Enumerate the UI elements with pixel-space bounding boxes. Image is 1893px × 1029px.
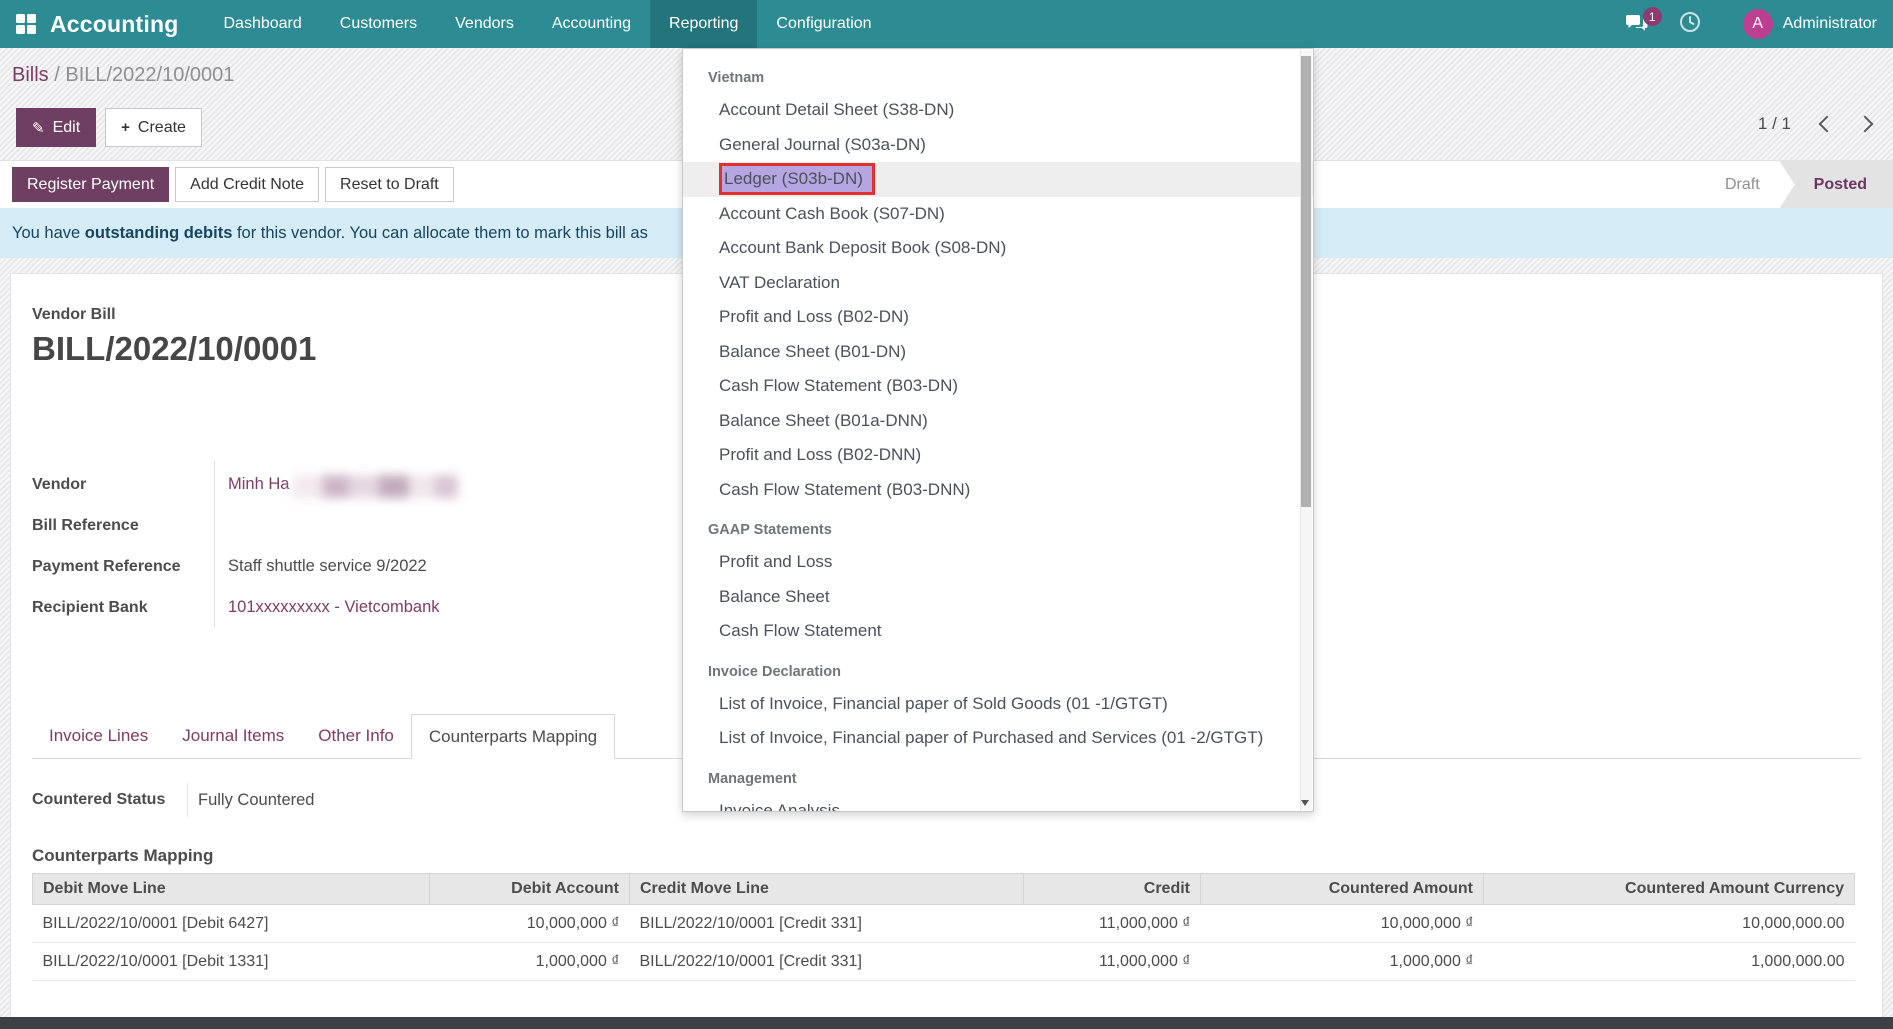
pager-next-icon[interactable]	[1857, 116, 1874, 133]
table-row[interactable]: BILL/2022/10/0001 [Debit 6427] 10,000,00…	[33, 905, 1855, 943]
menu-item-list-invoice-sold-goods[interactable]: List of Invoice, Financial paper of Sold…	[683, 687, 1313, 722]
state-widget: Draft Posted	[1705, 161, 1893, 208]
col-countered-amount-currency: Countered Amount Currency	[1484, 874, 1855, 905]
menu-scrollbar-track[interactable]	[1300, 50, 1312, 810]
menu-item-cash-flow-b03-dn[interactable]: Cash Flow Statement (B03-DN)	[683, 369, 1313, 404]
menu-item-vat-declaration[interactable]: VAT Declaration	[683, 266, 1313, 301]
field-vendor: Vendor Minh Ha	[32, 464, 792, 505]
field-payment-reference: Payment Reference Staff shuttle service …	[32, 546, 792, 587]
menu-item-ledger[interactable]: Ledger (S03b-DN)	[683, 162, 1313, 197]
ledger-highlight-box: Ledger (S03b-DN)	[719, 163, 875, 195]
activities-clock-icon[interactable]	[1679, 11, 1701, 38]
menu-section-invoice-declaration: Invoice Declaration	[683, 657, 1313, 687]
state-draft[interactable]: Draft	[1705, 161, 1780, 208]
col-debit-move-line: Debit Move Line	[33, 874, 430, 905]
nav-menu: Dashboard Customers Vendors Accounting R…	[205, 0, 891, 48]
menu-section-vietnam: Vietnam	[683, 63, 1313, 93]
reset-to-draft-button[interactable]: Reset to Draft	[325, 167, 454, 202]
table-row[interactable]: BILL/2022/10/0001 [Debit 1331] 1,000,000…	[33, 943, 1855, 981]
nav-item-reporting[interactable]: Reporting	[650, 0, 757, 48]
user-name[interactable]: Administrator	[1783, 15, 1877, 33]
countered-status-value: Fully Countered	[188, 791, 314, 810]
pager-value: 1 / 1	[1758, 114, 1791, 134]
menu-item-gaap-profit-and-loss[interactable]: Profit and Loss	[683, 545, 1313, 580]
breadcrumb-current: BILL/2022/10/0001	[65, 64, 234, 86]
redacted-blur	[293, 464, 458, 506]
state-posted[interactable]: Posted	[1780, 161, 1893, 208]
edit-button[interactable]: ✎Edit	[16, 108, 96, 147]
col-credit-move-line: Credit Move Line	[630, 874, 1024, 905]
table-header-row: Debit Move Line Debit Account Credit Mov…	[33, 874, 1855, 905]
apps-menu-icon[interactable]	[16, 14, 36, 34]
menu-item-gaap-cash-flow[interactable]: Cash Flow Statement	[683, 614, 1313, 649]
tab-invoice-lines[interactable]: Invoice Lines	[32, 714, 165, 758]
countered-status-field: Countered Status Fully Countered	[32, 783, 592, 817]
col-credit: Credit	[1024, 874, 1201, 905]
menu-item-account-bank-deposit-book[interactable]: Account Bank Deposit Book (S08-DN)	[683, 231, 1313, 266]
reporting-dropdown-menu: Vietnam Account Detail Sheet (S38-DN) Ge…	[682, 48, 1314, 812]
menu-item-balance-sheet-b01-dn[interactable]: Balance Sheet (B01-DN)	[683, 335, 1313, 370]
menu-item-list-invoice-purchased[interactable]: List of Invoice, Financial paper of Purc…	[683, 721, 1313, 756]
app-title: Accounting	[50, 11, 205, 38]
tab-counterparts-mapping[interactable]: Counterparts Mapping	[411, 714, 615, 759]
menu-item-general-journal[interactable]: General Journal (S03a-DN)	[683, 128, 1313, 163]
nav-item-dashboard[interactable]: Dashboard	[205, 0, 321, 48]
messages-count-badge: 1	[1643, 7, 1662, 26]
menu-item-account-cash-book[interactable]: Account Cash Book (S07-DN)	[683, 197, 1313, 232]
pencil-icon: ✎	[32, 119, 45, 137]
add-credit-note-button[interactable]: Add Credit Note	[175, 167, 319, 202]
field-bill-reference: Bill Reference	[32, 505, 792, 546]
field-group: Vendor Minh Ha Bill Reference Payment Re…	[32, 464, 792, 628]
breadcrumb-separator: /	[54, 64, 60, 86]
menu-item-profit-and-loss-b02-dn[interactable]: Profit and Loss (B02-DN)	[683, 300, 1313, 335]
counterparts-mapping-table: Debit Move Line Debit Account Credit Mov…	[32, 873, 1855, 981]
document-title: BILL/2022/10/0001	[32, 330, 316, 368]
col-countered-amount: Countered Amount	[1201, 874, 1484, 905]
tab-journal-items[interactable]: Journal Items	[165, 714, 301, 758]
recipient-bank-link[interactable]: 101xxxxxxxxx - Vietcombank	[228, 598, 440, 617]
document-type-label: Vendor Bill	[32, 306, 116, 324]
scroll-down-arrow-icon[interactable]	[1301, 800, 1309, 806]
menu-section-gaap: GAAP Statements	[683, 515, 1313, 545]
plus-icon: +	[121, 119, 130, 136]
messages-icon[interactable]: 1	[1625, 14, 1649, 34]
nav-item-accounting[interactable]: Accounting	[533, 0, 650, 48]
breadcrumb-bills-link[interactable]: Bills	[12, 64, 49, 86]
vendor-link[interactable]: Minh Ha	[228, 475, 289, 494]
nav-item-vendors[interactable]: Vendors	[436, 0, 533, 48]
counterparts-mapping-heading: Counterparts Mapping	[32, 846, 213, 866]
menu-item-profit-and-loss-b02-dnn[interactable]: Profit and Loss (B02-DNN)	[683, 438, 1313, 473]
register-payment-button[interactable]: Register Payment	[12, 167, 169, 202]
menu-section-management: Management	[683, 764, 1313, 794]
user-avatar[interactable]: A	[1743, 9, 1773, 39]
create-button[interactable]: +Create	[105, 108, 202, 147]
menu-item-invoice-analysis[interactable]: Invoice Analysis	[683, 794, 1313, 813]
nav-item-customers[interactable]: Customers	[321, 0, 436, 48]
menu-scrollbar-thumb[interactable]	[1301, 56, 1311, 507]
menu-item-gaap-balance-sheet[interactable]: Balance Sheet	[683, 580, 1313, 615]
menu-item-account-detail-sheet[interactable]: Account Detail Sheet (S38-DN)	[683, 93, 1313, 128]
bottom-strip	[0, 1017, 1893, 1029]
nav-item-configuration[interactable]: Configuration	[757, 0, 890, 48]
menu-item-balance-sheet-b01a-dnn[interactable]: Balance Sheet (B01a-DNN)	[683, 404, 1313, 439]
menu-item-cash-flow-b03-dnn[interactable]: Cash Flow Statement (B03-DNN)	[683, 473, 1313, 508]
top-navbar: Accounting Dashboard Customers Vendors A…	[0, 0, 1893, 48]
tab-other-info[interactable]: Other Info	[301, 714, 411, 758]
col-debit-account: Debit Account	[430, 874, 630, 905]
breadcrumb: Bills / BILL/2022/10/0001	[12, 64, 234, 87]
field-recipient-bank: Recipient Bank 101xxxxxxxxx - Vietcomban…	[32, 587, 792, 628]
pager-previous-icon[interactable]	[1819, 116, 1836, 133]
pager: 1 / 1	[1758, 114, 1871, 134]
